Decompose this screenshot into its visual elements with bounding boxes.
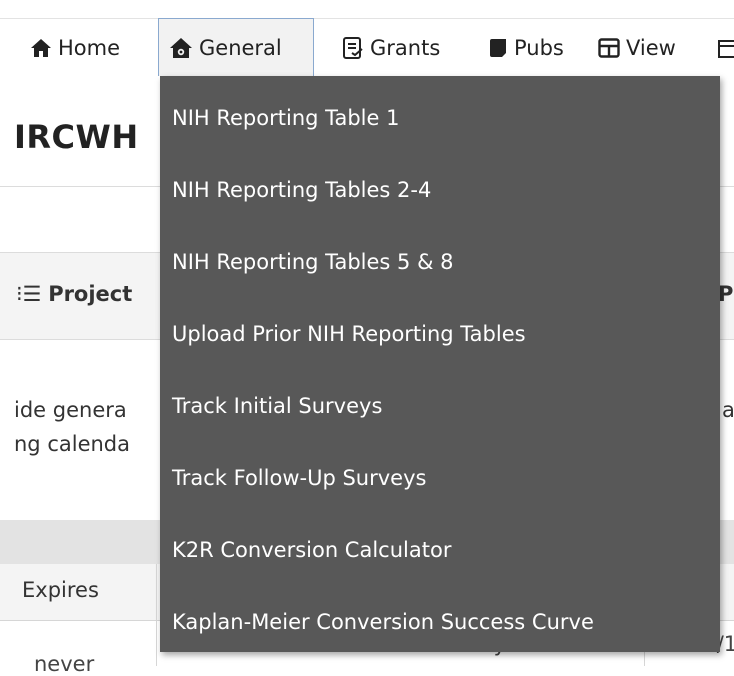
home-settings-icon bbox=[169, 37, 193, 59]
menu-item-nih-tables-5-8[interactable]: NIH Reporting Tables 5 & 8 bbox=[172, 242, 454, 282]
pubs-book-icon bbox=[488, 38, 508, 58]
page-title: IRCWH bbox=[14, 118, 139, 156]
nav-grants[interactable]: Grants bbox=[342, 26, 440, 70]
menu-item-track-follow-up-surveys[interactable]: Track Follow-Up Surveys bbox=[172, 458, 426, 498]
general-dropdown-menu: NIH Reporting Table 1 NIH Reporting Tabl… bbox=[160, 76, 720, 652]
menu-item-track-initial-surveys[interactable]: Track Initial Surveys bbox=[172, 386, 382, 426]
menu-item-nih-table-1[interactable]: NIH Reporting Table 1 bbox=[172, 98, 399, 138]
nav-general[interactable]: General bbox=[158, 18, 314, 76]
column-header-expires[interactable]: Expires bbox=[22, 578, 99, 602]
menu-item-upload-prior-tables[interactable]: Upload Prior NIH Reporting Tables bbox=[172, 314, 526, 354]
table-view-icon bbox=[598, 38, 620, 58]
grants-doc-icon bbox=[342, 36, 364, 60]
home-icon bbox=[30, 38, 52, 58]
list-icon: ⁝☰ bbox=[16, 282, 49, 306]
nav-home-label: Home bbox=[58, 36, 121, 60]
tab-project[interactable]: ⁝☰ Project bbox=[16, 282, 132, 306]
menu-item-k2r-calculator[interactable]: K2R Conversion Calculator bbox=[172, 530, 451, 570]
nav-general-label: General bbox=[199, 35, 282, 60]
nav-grants-label: Grants bbox=[370, 36, 441, 60]
description-line-2: ng calenda bbox=[14, 432, 130, 456]
nav-divider bbox=[0, 18, 734, 19]
nav-pubs-label: Pubs bbox=[514, 36, 564, 60]
menu-item-kaplan-meier-curve[interactable]: Kaplan-Meier Conversion Success Curve bbox=[172, 602, 594, 642]
nav-pubs[interactable]: Pubs bbox=[488, 26, 564, 70]
nav-view-label: View bbox=[626, 36, 676, 60]
tab-project-label: Project bbox=[48, 282, 133, 306]
description-line-1: ide genera bbox=[14, 398, 127, 422]
description-line-right: a bbox=[722, 398, 734, 422]
column-divider bbox=[156, 564, 157, 666]
calendar-icon bbox=[718, 38, 734, 58]
nav-overflow-item[interactable] bbox=[718, 26, 734, 70]
table-cell-expires: never bbox=[34, 652, 95, 676]
menu-item-nih-tables-2-4[interactable]: NIH Reporting Tables 2-4 bbox=[172, 170, 431, 210]
nav-view[interactable]: View bbox=[598, 26, 676, 70]
nav-home[interactable]: Home bbox=[30, 26, 120, 70]
tab-partial[interactable]: Pr bbox=[718, 282, 734, 306]
